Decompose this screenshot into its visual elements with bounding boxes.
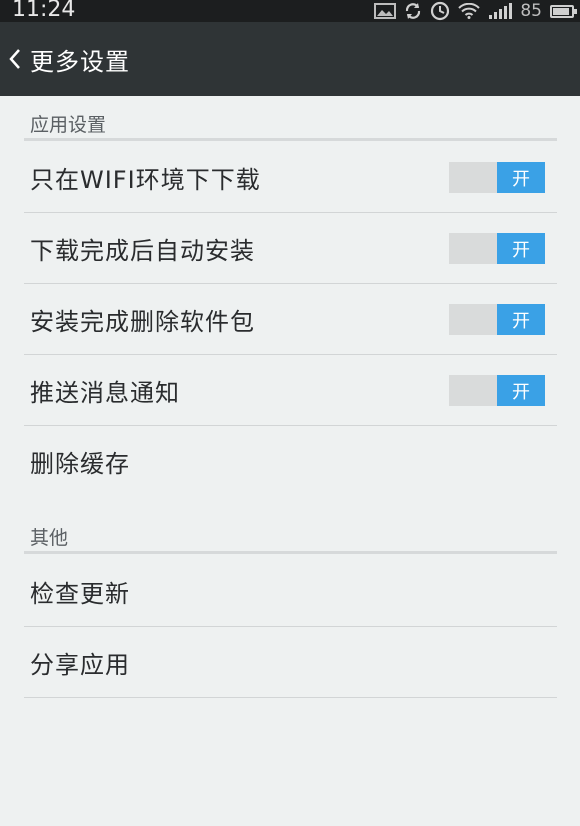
wifi-only-toggle[interactable]: 开 [449, 162, 545, 193]
toggle-off-part [449, 304, 497, 335]
section-header-label: 其他 [30, 527, 69, 549]
toggle-off-part [449, 375, 497, 406]
setting-label: 下载完成后自动安装 [30, 236, 255, 265]
setting-check-update[interactable]: 检查更新 [24, 556, 557, 627]
status-icons: 85 [374, 0, 577, 22]
battery-icon [550, 4, 577, 18]
toggle-off-part [449, 162, 497, 193]
toggle-on-part: 开 [497, 375, 545, 406]
page-title: 更多设置 [30, 47, 130, 76]
setting-auto-install[interactable]: 下载完成后自动安装 开 [24, 213, 557, 284]
toggle-off-part [449, 233, 497, 264]
setting-label: 安装完成删除软件包 [30, 307, 255, 336]
sync-icon [406, 3, 421, 19]
delete-package-toggle[interactable]: 开 [449, 304, 545, 335]
setting-clear-cache[interactable]: 删除缓存 [24, 426, 557, 496]
section-header-other: 其他 [24, 525, 557, 554]
section-header-app-settings: 应用设置 [24, 112, 557, 141]
toggle-on-part: 开 [497, 304, 545, 335]
toggle-on-part: 开 [497, 233, 545, 264]
setting-label: 推送消息通知 [30, 378, 180, 407]
setting-label: 分享应用 [30, 650, 130, 679]
setting-wifi-only-download[interactable]: 只在WIFI环境下下载 开 [24, 142, 557, 213]
setting-label: 删除缓存 [30, 449, 130, 478]
status-bar: 11:24 85 [0, 0, 580, 22]
setting-label: 检查更新 [30, 579, 130, 608]
auto-install-toggle[interactable]: 开 [449, 233, 545, 264]
status-time: 11:24 [12, 0, 76, 22]
setting-push-notifications[interactable]: 推送消息通知 开 [24, 355, 557, 426]
section-header-label: 应用设置 [30, 114, 107, 136]
app-bar: 更多设置 [0, 22, 580, 96]
alarm-icon [431, 1, 450, 21]
setting-delete-package[interactable]: 安装完成删除软件包 开 [24, 284, 557, 355]
push-notifications-toggle[interactable]: 开 [449, 375, 545, 406]
setting-share-app[interactable]: 分享应用 [24, 627, 557, 698]
wifi-icon [458, 3, 481, 19]
chevron-left-icon [9, 49, 20, 69]
signal-icon [489, 3, 513, 19]
back-button[interactable] [0, 22, 30, 96]
toggle-on-part: 开 [497, 162, 545, 193]
setting-label: 只在WIFI环境下下载 [30, 165, 261, 194]
battery-level: 85 [520, 1, 542, 21]
image-icon [374, 3, 397, 19]
